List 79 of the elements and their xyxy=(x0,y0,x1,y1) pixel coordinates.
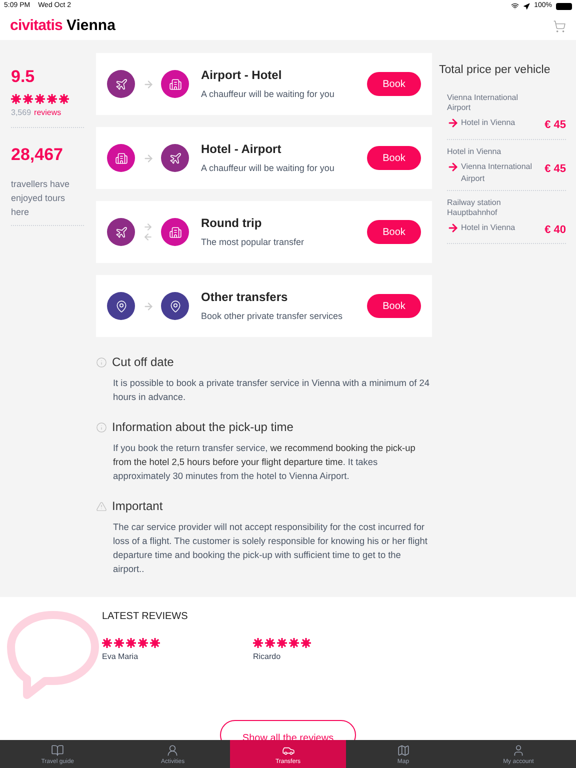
star-icon xyxy=(35,94,45,104)
star-icon xyxy=(150,638,160,648)
star-icon xyxy=(59,94,69,104)
route-destination: Hotel in Vienna xyxy=(461,117,516,130)
star-icon xyxy=(126,638,136,648)
transfer-subtitle: Book other private transfer services xyxy=(201,310,344,324)
route-destination: Vienna International Airport xyxy=(461,160,534,185)
price-panel-title: Total price per vehicle xyxy=(439,63,552,78)
reviews-link[interactable]: reviews xyxy=(34,107,62,119)
reviewer-name: Ricardo xyxy=(253,651,282,663)
location-arrow-icon xyxy=(523,2,530,10)
info-text: It is possible to book a private transfer service in Vienna with a minimum of 24 hours in advance. xyxy=(113,377,430,404)
battery-icon xyxy=(556,2,572,10)
star-icon xyxy=(277,638,287,648)
route-price: € 40 xyxy=(544,222,566,238)
star-icon xyxy=(138,638,148,648)
route-origin: Hotel in Vienna xyxy=(447,146,502,157)
book-button[interactable]: Book xyxy=(367,146,421,170)
airplane-icon xyxy=(107,218,135,246)
transfer-title: Hotel - Airport xyxy=(201,141,282,158)
city-title: Vienna xyxy=(66,16,116,36)
rating-score: 9.5 xyxy=(11,68,36,85)
travellers-text: travellers have enjoyed tours here xyxy=(11,178,71,219)
info-text: If you book the return transfer service, we recommend booking the pick-up from the hotel 2,5 hours before your flight departure time. It takes approximately 30 minutes from the hotel to Vienna Airport. xyxy=(113,442,416,483)
building-icon xyxy=(161,70,189,98)
warning-icon xyxy=(96,500,107,512)
transfer-subtitle: A chauffeur will be waiting for you xyxy=(201,162,336,176)
location-pin-icon xyxy=(107,292,135,320)
book-button[interactable]: Book xyxy=(367,294,421,318)
arrow-right-icon xyxy=(142,300,154,312)
route-price: € 45 xyxy=(544,162,566,177)
star-icon xyxy=(253,638,263,648)
info-icon xyxy=(96,356,107,368)
route-destination: Hotel in Vienna xyxy=(461,222,516,234)
wifi-icon xyxy=(511,2,520,10)
location-pin-icon xyxy=(161,292,189,320)
brand-logo[interactable]: civitatis xyxy=(10,14,62,38)
star-icon xyxy=(102,638,112,648)
arrow-right-icon xyxy=(142,152,154,164)
book-button[interactable]: Book xyxy=(367,220,421,244)
airplane-icon xyxy=(161,144,189,172)
book-button[interactable]: Book xyxy=(367,72,421,96)
transfer-title: Round trip xyxy=(201,215,263,232)
star-icon xyxy=(265,638,275,648)
reviews-heading: LATEST REVIEWS xyxy=(102,610,189,624)
star-icon xyxy=(289,638,299,648)
route-origin: Railway station Hauptbahnhof xyxy=(447,198,502,218)
info-title: Cut off date xyxy=(112,354,174,371)
info-title: Information about the pick-up time xyxy=(112,419,294,436)
route-origin: Vienna International Airport xyxy=(447,93,520,114)
star-icon xyxy=(11,94,21,104)
star-icon xyxy=(47,94,57,104)
book-icon xyxy=(51,744,64,756)
cart-icon[interactable] xyxy=(553,20,566,32)
map-icon xyxy=(396,744,410,756)
building-icon xyxy=(107,144,135,172)
transfer-subtitle: The most popular transfer xyxy=(201,236,306,250)
arrow-right-icon xyxy=(447,160,459,173)
travellers-count: 28,467 xyxy=(11,146,64,163)
user-icon xyxy=(512,744,525,756)
arrow-right-icon xyxy=(447,117,459,130)
transfer-subtitle: A chauffeur will be waiting for you xyxy=(201,88,336,102)
transfer-title: Other transfers xyxy=(201,289,289,306)
info-icon xyxy=(96,422,107,432)
info-text: The car service provider will not accept responsibility for the cost incurred for loss of a flight. The customer is solely responsible for knowing his or her flight departure time and booking the pick-up with sufficient time to get to the airport.. xyxy=(113,521,428,576)
route-price: € 45 xyxy=(544,118,566,134)
arrow-right-icon xyxy=(447,222,459,234)
info-title: Important xyxy=(112,498,163,515)
star-icon xyxy=(301,638,311,648)
star-icon xyxy=(114,638,124,648)
person-icon xyxy=(166,744,180,756)
two-way-arrow-icon xyxy=(143,222,153,242)
reviewer-name: Eva Maria xyxy=(102,651,140,663)
star-icon xyxy=(23,94,33,104)
airplane-icon xyxy=(107,70,135,98)
review-count: 3,569 xyxy=(11,107,32,119)
transfer-title: Airport - Hotel xyxy=(201,67,283,84)
building-icon xyxy=(161,218,189,246)
arrow-right-icon xyxy=(142,78,154,90)
